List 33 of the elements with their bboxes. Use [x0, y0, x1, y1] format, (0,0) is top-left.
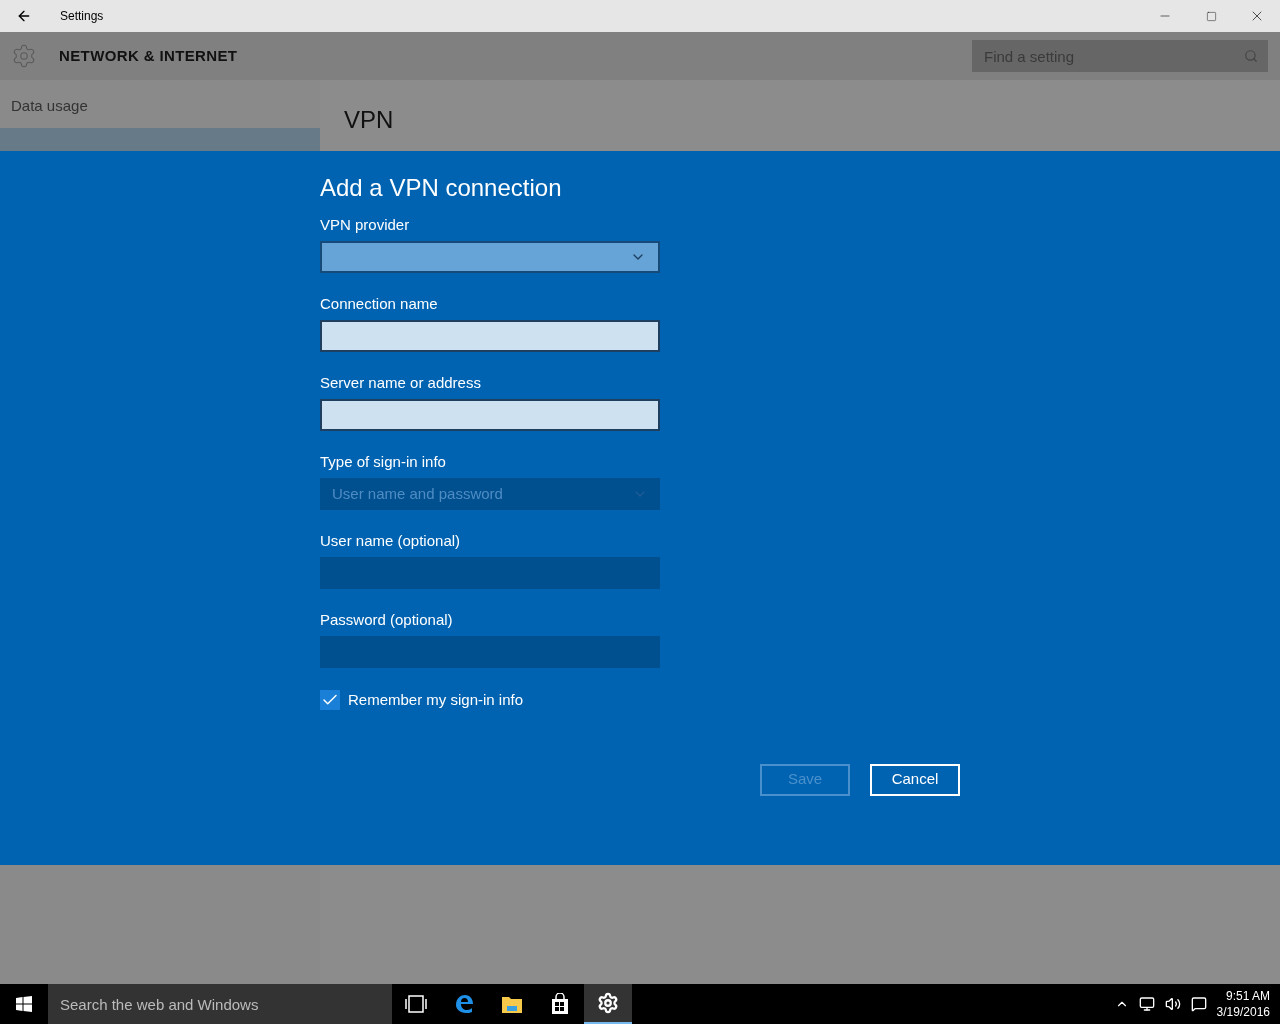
field-label: Password (optional) [320, 610, 454, 630]
field-label: Connection name [320, 294, 439, 314]
browser-icon [453, 993, 475, 1015]
back-arrow-icon[interactable] [16, 8, 32, 24]
clock[interactable]: 9:51 AM 3/19/2016 [1216, 988, 1270, 1020]
field-label: Type of sign-in info [320, 452, 447, 472]
taskbar-app-button[interactable] [584, 984, 632, 1024]
field-label: Server name or address [320, 373, 482, 393]
taskbar-search-field[interactable]: Search the web and Windows [48, 984, 392, 1024]
task-view-icon [405, 995, 427, 1013]
folder-icon [501, 994, 523, 1014]
network-icon[interactable] [1138, 996, 1155, 1012]
input-field[interactable] [320, 320, 660, 352]
section-title: NETWORK & INTERNET [59, 45, 238, 66]
sidebar-item[interactable]: Data usage [0, 84, 320, 128]
dialog-button[interactable]: Cancel [870, 763, 960, 796]
notification-icon[interactable] [1190, 996, 1207, 1012]
checkbox[interactable] [320, 690, 340, 711]
field-label: VPN provider [320, 215, 411, 235]
window-title: Settings [60, 8, 104, 25]
checkbox-label: Remember my sign-in info [348, 690, 524, 710]
restore-icon [1205, 10, 1217, 22]
input-field[interactable] [320, 399, 660, 431]
dropdown-field[interactable] [320, 241, 660, 273]
page-title: VPN [344, 106, 394, 133]
shopping-bag-icon [549, 993, 571, 1015]
speaker-icon[interactable] [1164, 996, 1181, 1012]
windows-logo-icon [16, 996, 32, 1012]
search-icon [1244, 49, 1258, 63]
field-label: User name (optional) [320, 531, 462, 551]
gear-icon [11, 43, 37, 69]
gear-icon [597, 992, 619, 1014]
dialog-title: Add a VPN connection [320, 173, 563, 203]
